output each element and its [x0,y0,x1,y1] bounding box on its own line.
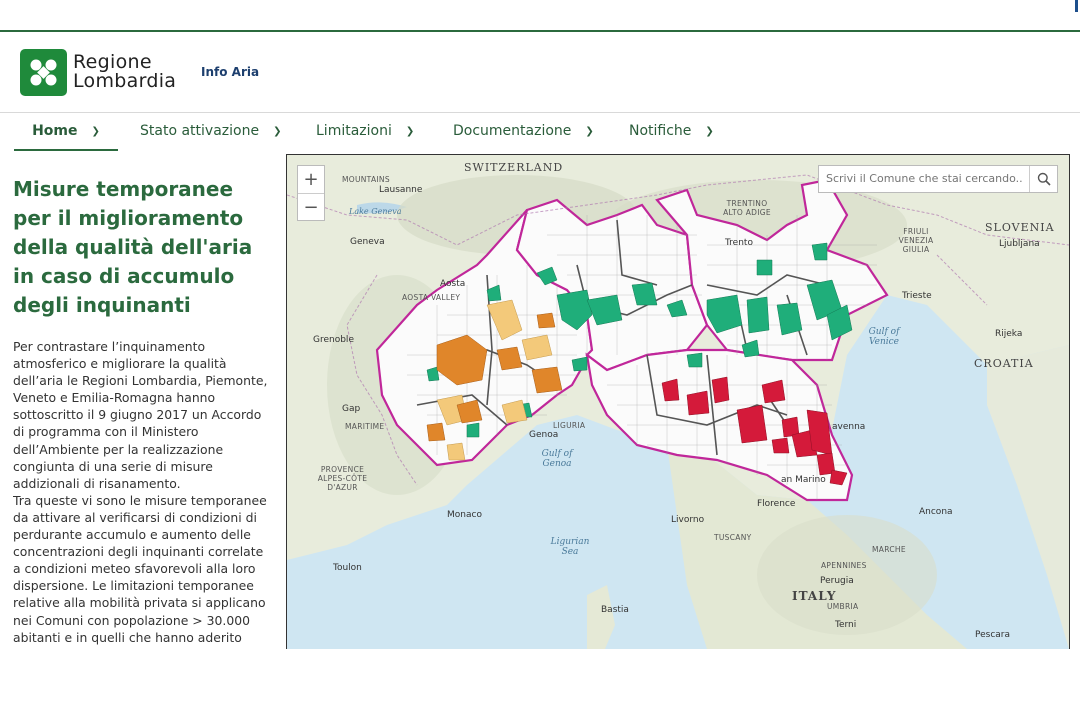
map-label-gap: Gap [342,404,361,414]
map-label-geneva: Geneva [350,237,385,247]
comune-search [818,165,1058,193]
map-label-san-marino: an Marino [781,475,826,485]
nav-item-label: Home [32,123,78,139]
nav-item-home[interactable]: Home ❯ [14,113,118,151]
app-name[interactable]: Info Aria [201,65,259,79]
search-button[interactable] [1029,166,1057,192]
chevron-down-icon: ❯ [585,125,594,137]
page-title: Misure temporanee per il miglioramento d… [13,177,253,317]
zones-map[interactable]: SWITZERLAND SLOVENIA CROATIA ITALY Lausa… [286,154,1070,649]
map-label-slovenia: SLOVENIA [985,221,1055,234]
logo-wordmark[interactable]: Regione Lombardia [73,53,176,91]
map-label-umbria: UMBRIA [827,602,859,611]
nav-item-stato-attivazione[interactable]: Stato attivazione ❯ [140,113,281,149]
map-label-toulon: Toulon [333,563,362,573]
map-label-switzerland: SWITZERLAND [464,161,564,174]
map-label-monaco: Monaco [447,510,482,520]
map-label-tuscany: TUSCANY [714,533,752,542]
nav-item-label: Limitazioni [316,123,392,139]
map-label-trieste: Trieste [902,291,932,301]
map-label-trento: Trento [725,238,753,248]
nav-item-label: Documentazione [453,123,572,139]
site-header: Regione Lombardia Info Aria [0,32,1080,113]
map-label-perugia: Perugia [820,576,854,586]
search-icon [1037,172,1051,186]
intro-text: Per contrastare l’inquinamento atmosferi… [13,338,268,648]
map-label-lake-geneva: Lake Geneva [349,207,402,216]
map-label-ravenna: avenna [832,422,866,432]
nav-item-notifiche[interactable]: Notifiche ❯ [629,113,714,149]
top-edge-mark [1075,0,1078,12]
chevron-down-icon: ❯ [705,125,714,137]
map-label-maritime: MARITIME [345,422,385,431]
map-label-trentino: TRENTINO ALTO ADIGE [723,199,771,217]
map-label-ljubljana: Ljubljana [999,239,1040,249]
intro-paragraph-1: Per contrastare l’inquinamento atmosferi… [13,339,268,491]
map-label-ligurian-sea: Ligurian Sea [550,537,590,557]
map-label-bastia: Bastia [601,605,629,615]
map-label-croatia: CROATIA [974,357,1034,370]
regione-lombardia-logo-icon[interactable] [20,49,67,96]
map-label-lausanne: Lausanne [379,185,423,195]
nav-item-label: Stato attivazione [140,123,260,139]
map-label-ancona: Ancona [919,507,953,517]
main-nav: Home ❯ Stato attivazione ❯ Limitazioni ❯… [0,113,1080,153]
map-label-terni: Terni [835,620,857,630]
map-label-italy: ITALY [792,589,837,603]
map-label-aosta-valley: AOSTA VALLEY [402,293,461,302]
map-label-livorno: Livorno [671,515,705,525]
zoom-control: + − [297,165,325,221]
map-label-gulf-of-venice: Gulf of Venice [868,327,900,347]
nav-item-documentazione[interactable]: Documentazione ❯ [453,113,594,149]
zoom-in-button[interactable]: + [298,166,324,193]
nav-item-label: Notifiche [629,123,692,139]
map-label-marche: MARCHE [872,545,906,554]
map-label-friuli: FRIULI VENEZIA GIULIA [898,227,934,254]
map-label-provence: PROVENCE ALPES-CÔTE D'AZUR [317,465,368,492]
chevron-down-icon: ❯ [91,125,100,137]
map-label-pescara: Pescara [975,630,1011,640]
info-sidebar: Misure temporanee per il miglioramento d… [13,175,268,648]
land-corsica [587,585,615,649]
comune-search-input[interactable] [819,166,1030,190]
logo-line-2: Lombardia [73,70,177,92]
zoom-out-button[interactable]: − [298,193,324,221]
intro-paragraph-2: Tra queste vi sono le misure temporanee … [13,492,267,648]
map-label-rijeka: Rijeka [995,329,1023,339]
map-label-florence: Florence [757,499,796,509]
basemap-svg[interactable] [287,155,1069,649]
map-label-gulf-of-genoa: Gulf of Genoa [541,449,573,469]
map-label-liguria: LIGURIA [553,421,586,430]
map-label-apennines: APENNINES [821,561,867,570]
map-label-aosta: Aosta [440,279,466,289]
map-label-genoa: Genoa [529,430,559,440]
map-label-grenoble: Grenoble [313,335,354,345]
land-balkans [987,345,1069,649]
chevron-down-icon: ❯ [273,125,282,137]
map-label-mountains: MOUNTAINS [342,175,390,184]
chevron-down-icon: ❯ [405,125,415,137]
nav-item-limitazioni[interactable]: Limitazioni ❯ [316,113,414,149]
